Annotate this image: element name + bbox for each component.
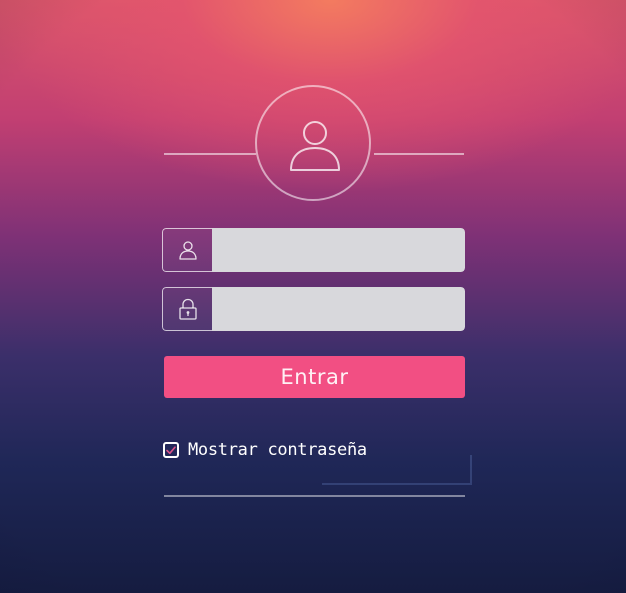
show-password-checkbox[interactable] <box>163 442 179 458</box>
avatar-divider-right <box>374 153 464 155</box>
avatar <box>255 85 371 201</box>
username-field <box>162 228 465 272</box>
avatar-divider-left <box>164 153 256 155</box>
user-icon <box>290 121 340 171</box>
show-password-label: Mostrar contraseña <box>188 440 367 460</box>
username-input[interactable] <box>212 228 465 272</box>
check-icon <box>166 445 176 454</box>
login-button[interactable]: Entrar <box>164 356 465 398</box>
show-password-toggle[interactable]: Mostrar contraseña <box>163 440 367 460</box>
password-field <box>162 287 465 331</box>
username-icon-box <box>162 228 212 272</box>
bottom-divider <box>164 495 465 497</box>
password-icon-box <box>162 287 212 331</box>
lock-icon <box>178 298 197 320</box>
password-input[interactable] <box>212 287 465 331</box>
user-icon <box>178 241 197 260</box>
